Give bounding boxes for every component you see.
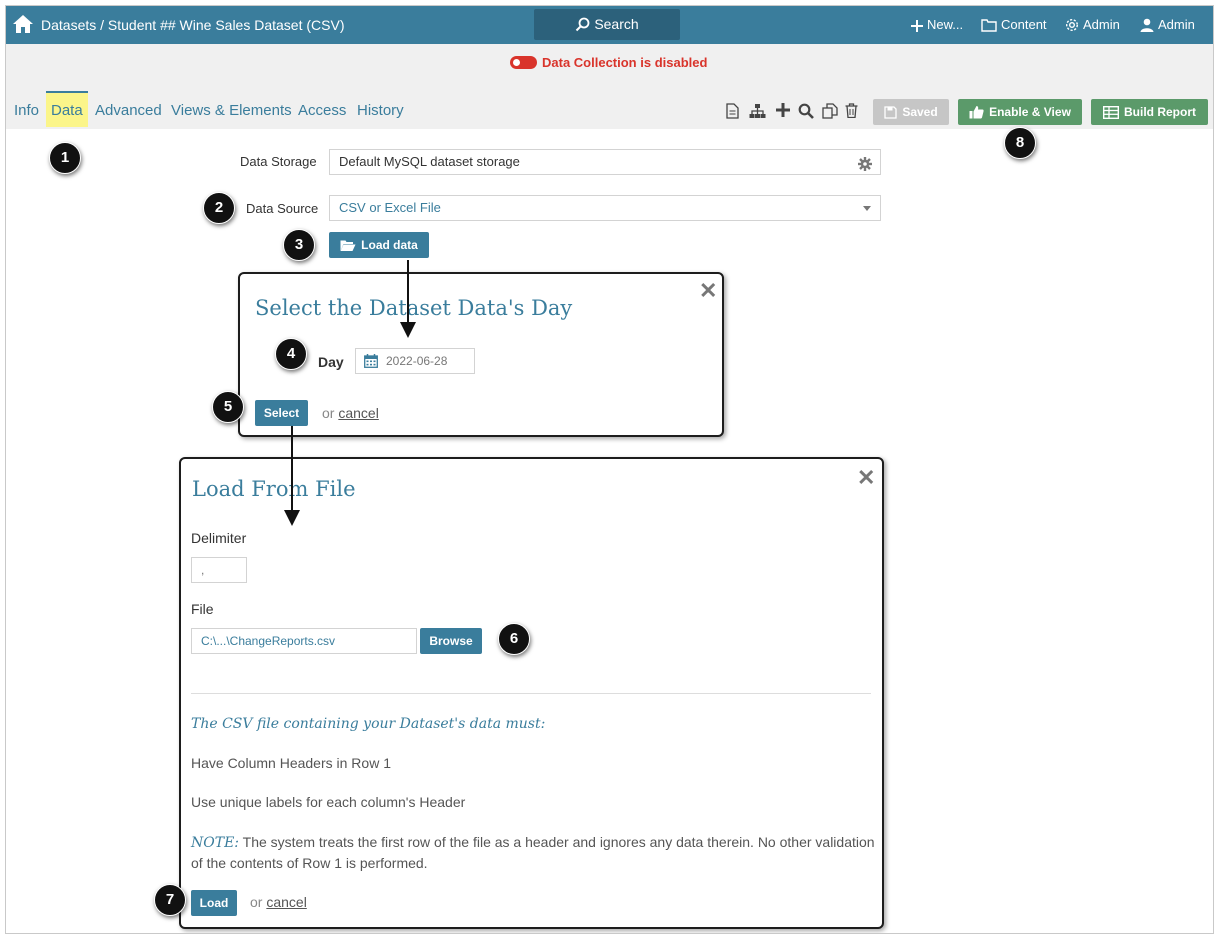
- plus-icon[interactable]: [776, 103, 790, 120]
- note-paragraph: NOTE: The system treats the first row of…: [191, 832, 876, 873]
- day-date-input[interactable]: 2022-06-28: [355, 348, 475, 374]
- data-collection-toggle[interactable]: [510, 56, 537, 69]
- plus-icon: [911, 20, 923, 32]
- data-source-value: CSV or Excel File: [339, 200, 441, 215]
- trash-icon[interactable]: [845, 103, 858, 121]
- admin-label: Admin: [1083, 17, 1120, 32]
- folder-icon: [981, 19, 997, 32]
- saved-button[interactable]: Saved: [873, 99, 949, 125]
- data-storage-value: Default MySQL dataset storage: [339, 154, 520, 169]
- dialog-title: Select the Dataset Data's Day: [255, 296, 573, 320]
- close-icon[interactable]: ✕: [699, 280, 717, 302]
- load-data-button[interactable]: Load data: [329, 232, 429, 258]
- floppy-icon: [884, 106, 897, 119]
- step-badge: 8: [1004, 127, 1036, 159]
- data-source-label: Data Source: [246, 201, 319, 216]
- note-text: The system treats the first row of the f…: [191, 834, 875, 871]
- select-day-dialog: Select the Dataset Data's Day ✕ Day 2022…: [238, 272, 724, 437]
- load-from-file-dialog: Load From File ✕ Delimiter , File C:\...…: [179, 457, 884, 929]
- new-button[interactable]: New...: [911, 17, 963, 32]
- build-report-label: Build Report: [1124, 105, 1196, 119]
- tab-info[interactable]: Info: [14, 91, 39, 127]
- delimiter-label: Delimiter: [191, 530, 247, 546]
- delimiter-input[interactable]: ,: [191, 557, 247, 583]
- step-badge: 7: [154, 884, 186, 916]
- dialog-title: Load From File: [192, 477, 356, 501]
- enable-view-label: Enable & View: [989, 105, 1071, 119]
- file-label: File: [191, 601, 214, 617]
- search-label: Search: [594, 16, 639, 32]
- top-bar: Datasets / Student ## Wine Sales Dataset…: [6, 6, 1213, 44]
- data-source-select[interactable]: CSV or Excel File: [329, 195, 881, 221]
- tab-advanced[interactable]: Advanced: [95, 91, 162, 127]
- select-button[interactable]: Select: [255, 400, 308, 426]
- load-data-label: Load data: [361, 238, 418, 252]
- cancel-link[interactable]: cancel: [266, 894, 306, 910]
- admin-menu-button[interactable]: Admin: [1065, 17, 1120, 32]
- content-label: Content: [1001, 17, 1047, 32]
- build-report-button[interactable]: Build Report: [1091, 99, 1208, 125]
- day-label: Day: [318, 354, 344, 370]
- data-storage-field[interactable]: Default MySQL dataset storage: [329, 149, 881, 175]
- tab-access[interactable]: Access: [298, 91, 346, 127]
- or-cancel: or cancel: [322, 405, 379, 421]
- saved-label: Saved: [902, 105, 938, 119]
- divider: [191, 693, 871, 694]
- requirement-item: Have Column Headers in Row 1: [191, 755, 391, 771]
- data-collection-label: Data Collection is disabled: [542, 55, 708, 70]
- cancel-link[interactable]: cancel: [338, 405, 378, 421]
- gear-icon[interactable]: [858, 155, 872, 179]
- requirement-item: Use unique labels for each column's Head…: [191, 794, 466, 810]
- step-badge: 5: [212, 391, 244, 423]
- user-menu-button[interactable]: Admin: [1140, 17, 1195, 32]
- thumbs-up-icon: [969, 106, 984, 119]
- enable-view-button[interactable]: Enable & View: [958, 99, 1082, 125]
- or-cancel: or cancel: [250, 894, 307, 910]
- folder-open-icon: [340, 240, 356, 251]
- tab-history[interactable]: History: [357, 91, 404, 127]
- user-icon: [1140, 18, 1154, 32]
- or-label: or: [322, 405, 335, 421]
- tab-data[interactable]: Data: [46, 91, 88, 127]
- step-badge: 3: [283, 229, 315, 261]
- requirements-title: The CSV file containing your Dataset's d…: [191, 716, 546, 732]
- copy-icon[interactable]: [822, 103, 838, 122]
- chevron-down-icon: [863, 206, 871, 211]
- file-path-input[interactable]: C:\...\ChangeReports.csv: [191, 628, 417, 654]
- close-icon[interactable]: ✕: [857, 467, 875, 489]
- table-icon: [1102, 105, 1120, 120]
- breadcrumb[interactable]: Datasets / Student ## Wine Sales Dataset…: [41, 17, 344, 33]
- tab-views-elements[interactable]: Views & Elements: [171, 91, 292, 127]
- calendar-icon: [364, 354, 378, 368]
- step-badge: 6: [498, 623, 530, 655]
- gear-icon: [1065, 18, 1079, 32]
- day-value: 2022-06-28: [386, 354, 448, 368]
- new-label: New...: [927, 17, 964, 32]
- data-storage-label: Data Storage: [240, 154, 317, 169]
- step-badge: 1: [49, 142, 81, 174]
- note-tag: NOTE:: [191, 835, 240, 851]
- content-button[interactable]: Content: [981, 17, 1047, 32]
- browse-button[interactable]: Browse: [420, 628, 482, 654]
- search-button[interactable]: Search: [534, 9, 680, 40]
- data-collection-status: Data Collection is disabled: [510, 55, 707, 70]
- load-button[interactable]: Load: [191, 890, 237, 916]
- search-icon[interactable]: [798, 103, 814, 122]
- step-badge: 2: [203, 192, 235, 224]
- document-icon[interactable]: [726, 103, 739, 122]
- sub-toolbar: Data Collection is disabled Info Data Ad…: [6, 44, 1213, 129]
- or-label: or: [250, 894, 263, 910]
- step-badge: 4: [275, 338, 307, 370]
- hierarchy-icon[interactable]: [749, 103, 766, 122]
- user-label: Admin: [1158, 17, 1195, 32]
- search-icon: [576, 17, 590, 32]
- home-icon[interactable]: [12, 14, 34, 34]
